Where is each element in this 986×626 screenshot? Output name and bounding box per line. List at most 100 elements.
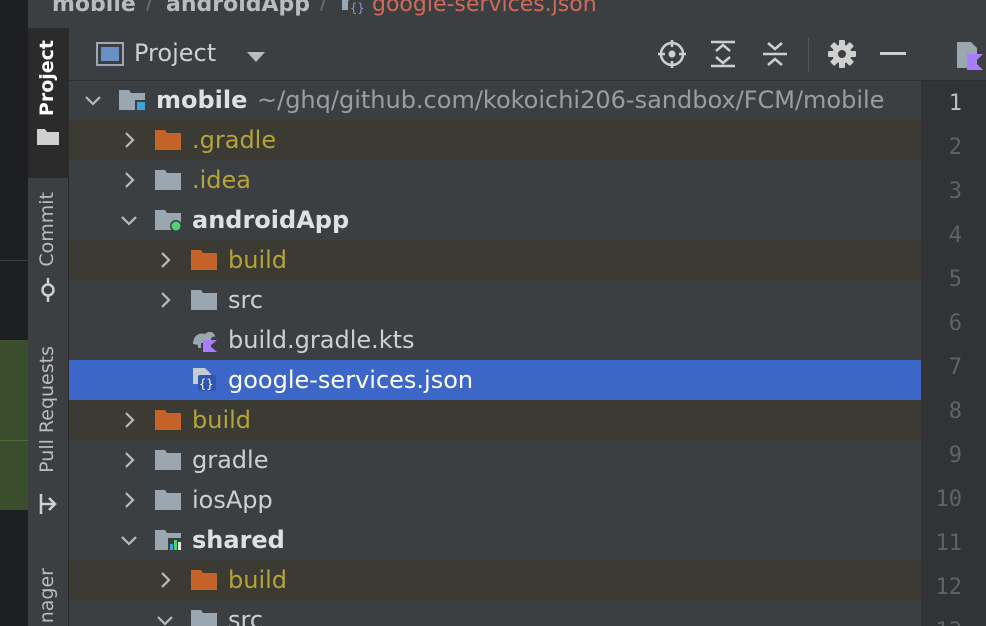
chevron-down-icon[interactable] xyxy=(247,52,265,62)
tree-item-label: .gradle xyxy=(192,126,277,154)
tree-item-build-gradle-kts[interactable]: build.gradle.kts xyxy=(69,320,921,360)
tree-item-idea[interactable]: .idea xyxy=(69,160,921,200)
tree-item-label: shared xyxy=(192,526,285,554)
tree-item-gradle[interactable]: gradle xyxy=(69,440,921,480)
folder-icon xyxy=(191,608,217,626)
folder-icon xyxy=(191,288,217,312)
chevron-right-icon[interactable] xyxy=(155,570,175,590)
chevron-right-icon[interactable] xyxy=(119,170,139,190)
editor-gutter: 12345678910111213 xyxy=(921,28,986,626)
project-tool-window: Project mobile ~/ghq/github.com/kokoichi… xyxy=(69,28,921,626)
folder-icon xyxy=(37,129,59,145)
breadcrumb-item[interactable]: mobile xyxy=(52,0,136,17)
line-number: 1 xyxy=(948,91,962,116)
chevron-right-icon[interactable] xyxy=(119,490,139,510)
chevron-right-icon[interactable] xyxy=(119,130,139,150)
tree-item-iosapp[interactable]: iosApp xyxy=(69,480,921,520)
excluded-folder-icon xyxy=(155,128,181,152)
tree-item-label: gradle xyxy=(192,446,269,474)
tab-label: nager xyxy=(36,568,58,624)
tree-item-gradle[interactable]: .gradle xyxy=(69,120,921,160)
collapse-all-button[interactable] xyxy=(759,38,791,70)
chevron-right-icon[interactable] xyxy=(119,410,139,430)
tree-item-google-services-json[interactable]: {} google-services.json xyxy=(69,360,921,400)
line-number: 8 xyxy=(948,399,962,424)
kotlin-file-icon[interactable] xyxy=(955,40,985,70)
chevron-down-icon[interactable] xyxy=(119,210,139,230)
tree-item-label: build.gradle.kts xyxy=(228,326,415,354)
svg-text:{}: {} xyxy=(199,377,213,391)
tree-item-label: src xyxy=(228,606,264,626)
navigation-bar: mobile / androidApp / {} google-services… xyxy=(28,0,986,29)
tree-item-build[interactable]: build xyxy=(69,400,921,440)
gradle-kts-icon xyxy=(191,328,217,352)
hide-icon xyxy=(880,52,906,55)
chevron-right-icon[interactable] xyxy=(155,250,175,270)
tree-item-label: androidApp xyxy=(192,206,350,234)
shared-module-icon xyxy=(155,528,181,552)
chevron-down-icon[interactable] xyxy=(83,90,103,110)
breadcrumb-current-file[interactable]: google-services.json xyxy=(372,0,597,17)
json-file-icon: {} xyxy=(191,368,217,392)
tree-item-label: mobile xyxy=(156,86,248,114)
tree-item-path: ~/ghq/github.com/kokoichi206-sandbox/FCM… xyxy=(257,86,885,114)
tab-project[interactable]: Project xyxy=(28,28,68,178)
locate-button[interactable] xyxy=(656,38,688,70)
divider xyxy=(0,260,28,261)
line-number: 5 xyxy=(948,267,962,292)
tab-commit[interactable]: Commit xyxy=(28,186,68,306)
toolbar-divider xyxy=(808,38,809,72)
tab-label: Project xyxy=(36,40,58,117)
chevron-right-icon[interactable] xyxy=(155,290,175,310)
folder-icon xyxy=(155,168,181,192)
module-icon xyxy=(119,88,145,112)
tree-item-build[interactable]: build xyxy=(69,560,921,600)
svg-text:{}: {} xyxy=(350,1,364,15)
tree-item-label: google-services.json xyxy=(228,366,474,394)
tab-pull-requests[interactable]: Pull Requests xyxy=(28,340,68,520)
tree-item-build[interactable]: build xyxy=(69,240,921,280)
divider xyxy=(0,440,28,441)
line-number: 10 xyxy=(935,487,963,512)
folder-icon xyxy=(155,488,181,512)
gear-icon xyxy=(828,40,856,68)
tree-item-label: build xyxy=(192,406,252,434)
folder-icon xyxy=(155,448,181,472)
chevron-down-icon[interactable] xyxy=(119,530,139,550)
tree-item-label: build xyxy=(228,566,288,594)
line-number: 11 xyxy=(935,531,963,556)
view-selector[interactable]: Project xyxy=(134,39,216,67)
tab-label: Pull Requests xyxy=(36,346,58,473)
tab-manager[interactable]: nager xyxy=(28,558,68,626)
tree-item-label: iosApp xyxy=(192,486,273,514)
tree-item-shared[interactable]: shared xyxy=(69,520,921,560)
line-number: 4 xyxy=(948,223,962,248)
tree-item-label: .idea xyxy=(192,166,252,194)
commit-icon xyxy=(41,278,55,302)
tree-item-src[interactable]: src xyxy=(69,280,921,320)
excluded-folder-icon xyxy=(155,408,181,432)
chevron-right-icon[interactable] xyxy=(119,450,139,470)
tree-item-label: src xyxy=(228,286,264,314)
excluded-folder-icon xyxy=(191,248,217,272)
tree-item-src[interactable]: src xyxy=(69,600,921,626)
background-window-edge xyxy=(0,0,28,626)
breadcrumb-separator: / xyxy=(320,0,328,15)
tree-item-mobile[interactable]: mobile ~/ghq/github.com/kokoichi206-sandb… xyxy=(69,80,921,120)
line-number: 7 xyxy=(948,355,962,380)
line-number: 3 xyxy=(948,179,962,204)
settings-button[interactable] xyxy=(826,38,858,70)
hide-panel-button[interactable] xyxy=(877,38,909,70)
breadcrumb-item[interactable]: androidApp xyxy=(166,0,310,17)
tree-item-label: build xyxy=(228,246,288,274)
tree-item-androidapp[interactable]: androidApp xyxy=(69,200,921,240)
line-number: 9 xyxy=(948,443,962,468)
expand-all-button[interactable] xyxy=(707,38,739,70)
chevron-down-icon[interactable] xyxy=(155,610,175,626)
tool-window-strip: Project Commit Pull Requests nager xyxy=(28,28,69,626)
android-module-icon xyxy=(155,208,182,232)
expand-all-icon xyxy=(711,40,735,68)
project-panel-header: Project xyxy=(69,28,921,81)
line-number: 13 xyxy=(936,619,963,626)
locate-icon xyxy=(658,40,686,68)
